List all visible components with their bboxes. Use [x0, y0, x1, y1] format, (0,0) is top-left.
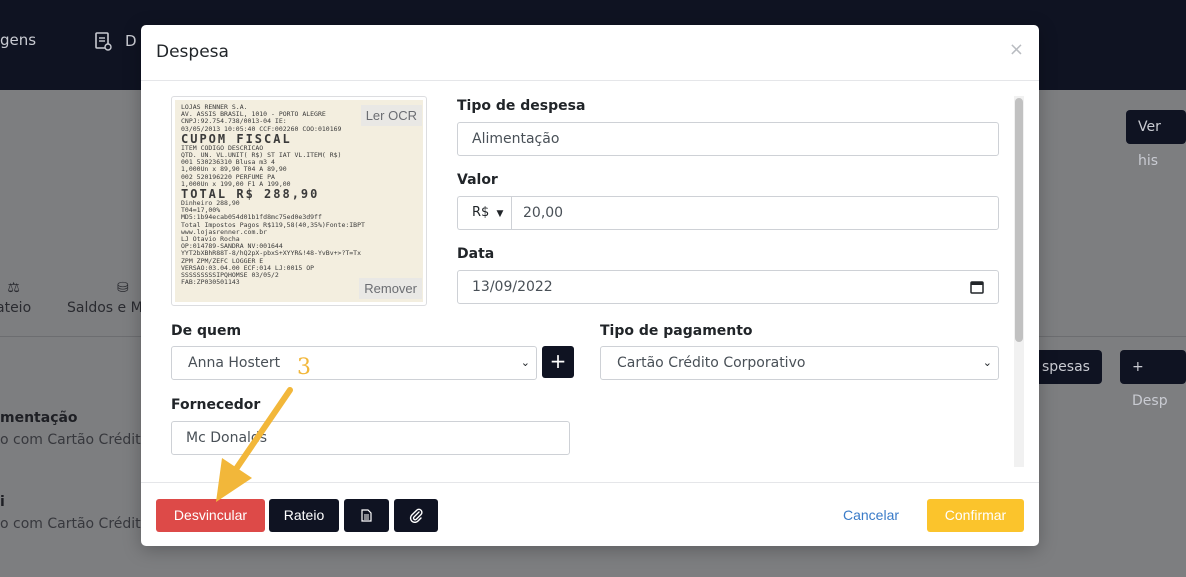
calendar-icon[interactable] [970, 280, 984, 294]
chevron-down-icon: ⌄ [982, 356, 992, 369]
ler-ocr-button[interactable]: Ler OCR [360, 105, 422, 126]
tipo-despesa-label: Tipo de despesa [457, 98, 586, 114]
receipt-photo: LOJAS RENNER S.A. AV. ASSIS BRASIL, 1010 … [175, 100, 423, 302]
add-person-button[interactable]: + [542, 346, 574, 378]
caret-down-icon: ▼ [496, 209, 504, 219]
step-number-annotation: 3 [297, 355, 311, 380]
date-input[interactable]: 13/09/2022 [457, 270, 999, 304]
valor-input[interactable]: 20,00 [511, 196, 999, 230]
scrollbar-thumb[interactable] [1015, 98, 1023, 342]
tab-label: Saldos e M [67, 300, 143, 316]
tab-label: ateio [0, 300, 32, 316]
tipo-pagamento-value: Cartão Crédito Corporativo [617, 355, 806, 371]
chevron-down-icon: ⌄ [520, 356, 530, 369]
ver-historico-button[interactable]: Ver his [1126, 110, 1186, 169]
receipt-icon [95, 32, 112, 51]
expense-row-subtitle: o com Cartão Crédit [0, 432, 141, 448]
nav-item-despesas[interactable]: D [93, 31, 137, 51]
attachment-button[interactable] [394, 499, 438, 532]
tipo-pagamento-select[interactable]: Cartão Crédito Corporativo ⌄ [600, 346, 999, 380]
plus-icon: + [549, 349, 567, 373]
tipo-pagamento-label: Tipo de pagamento [600, 323, 753, 339]
modal-title: Despesa [156, 42, 229, 62]
expense-row-title: mentação [0, 410, 78, 426]
document-button[interactable] [344, 499, 389, 532]
receipt-line: CUPOM FISCAL [181, 131, 292, 146]
nav-item-viagens[interactable]: gens [0, 31, 36, 49]
tab-saldos[interactable]: ⛁ Saldos e M [67, 280, 143, 316]
currency-label: R$ [472, 205, 490, 220]
coins-icon: ⛁ [117, 280, 129, 296]
despesas-button[interactable]: spesas [1030, 350, 1102, 384]
confirmar-button[interactable]: Confirmar [927, 499, 1024, 532]
de-quem-value: Anna Hostert [188, 355, 281, 371]
currency-dropdown[interactable]: R$ ▼ [457, 196, 512, 230]
receipt-image: LOJAS RENNER S.A. AV. ASSIS BRASIL, 1010 … [171, 96, 427, 306]
modal-header: Despesa × [141, 25, 1039, 81]
nav-item-label: D [125, 32, 137, 50]
tipo-despesa-input[interactable]: Alimentação [457, 122, 999, 156]
date-value: 13/09/2022 [472, 279, 553, 295]
data-label: Data [457, 246, 495, 262]
expense-row-subtitle: o com Cartão Crédit [0, 516, 141, 532]
document-icon [361, 509, 372, 522]
de-quem-select[interactable]: Anna Hostert ⌄ [171, 346, 537, 380]
remover-button[interactable]: Remover [359, 278, 422, 299]
valor-label: Valor [457, 172, 498, 188]
paperclip-icon [409, 508, 423, 524]
modal-scrollbar[interactable] [1014, 96, 1024, 467]
pointer-arrow-annotation [216, 387, 293, 502]
de-quem-label: De quem [171, 323, 242, 339]
scale-icon: ⚖ [7, 280, 20, 296]
expense-row-title: i [0, 494, 5, 510]
tab-rateio[interactable]: ⚖ ateio [0, 280, 31, 316]
close-icon[interactable]: × [1009, 39, 1024, 60]
add-despesa-button[interactable]: + Desp [1120, 350, 1186, 409]
cancelar-button[interactable]: Cancelar [831, 499, 911, 532]
